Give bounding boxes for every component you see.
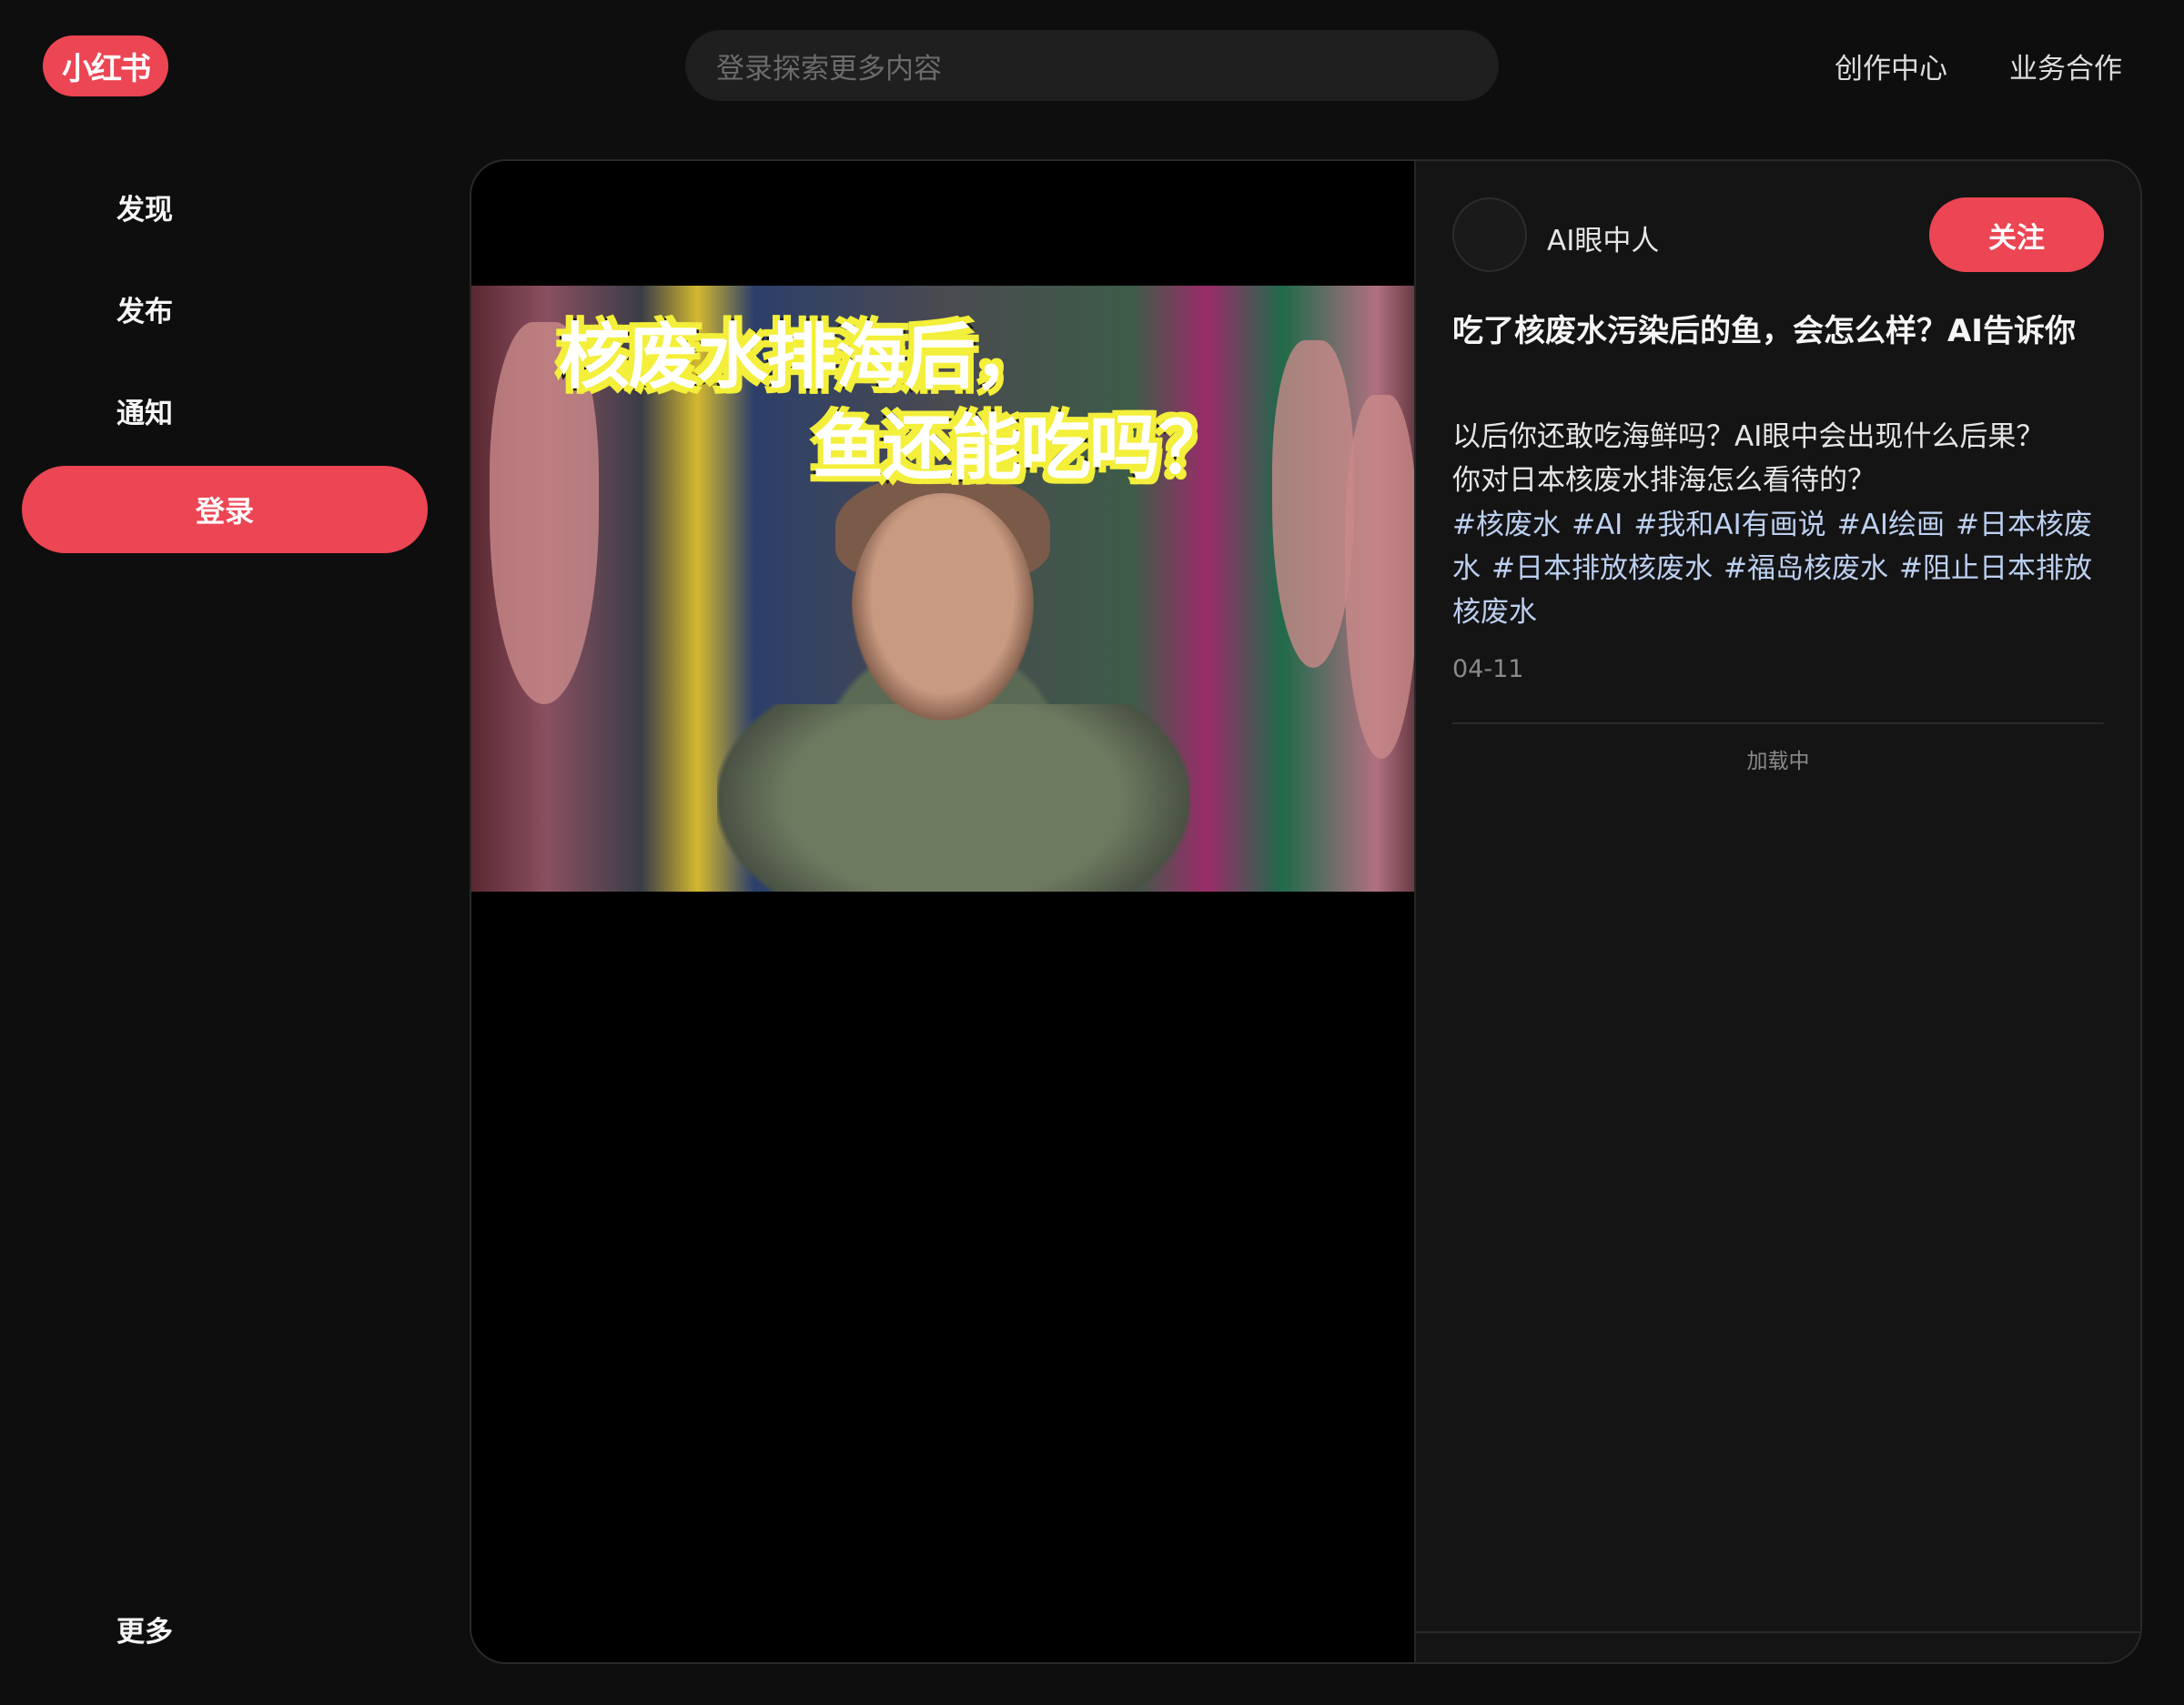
tag-link[interactable]: #核废水 (1452, 509, 1561, 541)
tag-link[interactable]: #我和AI有画说 (1633, 509, 1825, 541)
follow-button[interactable]: 关注 (1929, 197, 2104, 272)
tag-link[interactable]: #福岛核废水 (1724, 552, 1888, 585)
media-panel[interactable]: 核废水排海后， 鱼还能吃吗？ (471, 161, 1414, 1662)
sidebar-item-more[interactable]: 更多 (116, 1609, 173, 1650)
sidebar-item-notifications[interactable]: 通知 (116, 390, 173, 431)
hanging-fish-image (1272, 340, 1354, 668)
video-caption-line-2: 鱼还能吃吗？ (810, 408, 1231, 489)
avatar[interactable] (1452, 197, 1527, 272)
app-logo[interactable]: 小红书 (43, 35, 168, 96)
login-button[interactable]: 登录 (22, 466, 428, 553)
top-bar: 小红书 登录探索更多内容 创作中心 业务合作 (0, 0, 2184, 133)
video-caption-line-1: 核废水排海后， (556, 317, 1046, 399)
comments-loading: 加载中 (1746, 750, 1810, 773)
woman-body-image (717, 704, 1190, 892)
note-detail-panel: AI眼中人 关注 吃了核废水污染后的鱼，会怎么样？AI告诉你 以后你还敢吃海鲜吗… (1414, 161, 2140, 1662)
sidebar-item-discover[interactable]: 发现 (116, 187, 173, 227)
note-date: 04-11 (1452, 655, 1524, 683)
note-body-line: 以后你还敢吃海鲜吗？AI眼中会出现什么后果？ (1452, 420, 2045, 453)
search-placeholder: 登录探索更多内容 (716, 52, 942, 86)
sidebar-item-publish[interactable]: 发布 (116, 288, 173, 329)
comment-bar (1416, 1631, 2140, 1662)
note-body: 以后你还敢吃海鲜吗？AI眼中会出现什么后果？ 你对日本核废水排海怎么看待的？ (1452, 415, 2104, 502)
author-name[interactable]: AI眼中人 (1547, 217, 1659, 258)
video-thumbnail[interactable]: 核废水排海后， 鱼还能吃吗？ (471, 286, 1414, 892)
tag-link[interactable]: #日本排放核废水 (1491, 552, 1713, 585)
creator-center-link[interactable]: 创作中心 (1835, 45, 1947, 86)
tag-link[interactable]: #AI绘画 (1837, 509, 1945, 541)
tag-link[interactable]: #AI (1572, 509, 1623, 541)
note-card: 核废水排海后， 鱼还能吃吗？ AI眼中人 关注 吃了核废水污染后的鱼，会怎么样？… (470, 159, 2142, 1664)
author-row: AI眼中人 关注 (1452, 197, 2104, 272)
note-body-line: 你对日本核废水排海怎么看待的？ (1452, 464, 1876, 497)
search-input[interactable]: 登录探索更多内容 (685, 30, 1499, 101)
note-title: 吃了核废水污染后的鱼，会怎么样？AI告诉你 (1452, 313, 2076, 349)
hanging-fish-image (1345, 395, 1414, 759)
tag-list: #核废水 #AI #我和AI有画说 #AI绘画 #日本核废水 #日本排放核废水 #福岛核废水… (1452, 503, 2104, 634)
woman-face-image (852, 493, 1034, 721)
divider (1452, 722, 2104, 724)
business-cooperation-link[interactable]: 业务合作 (2009, 45, 2122, 86)
